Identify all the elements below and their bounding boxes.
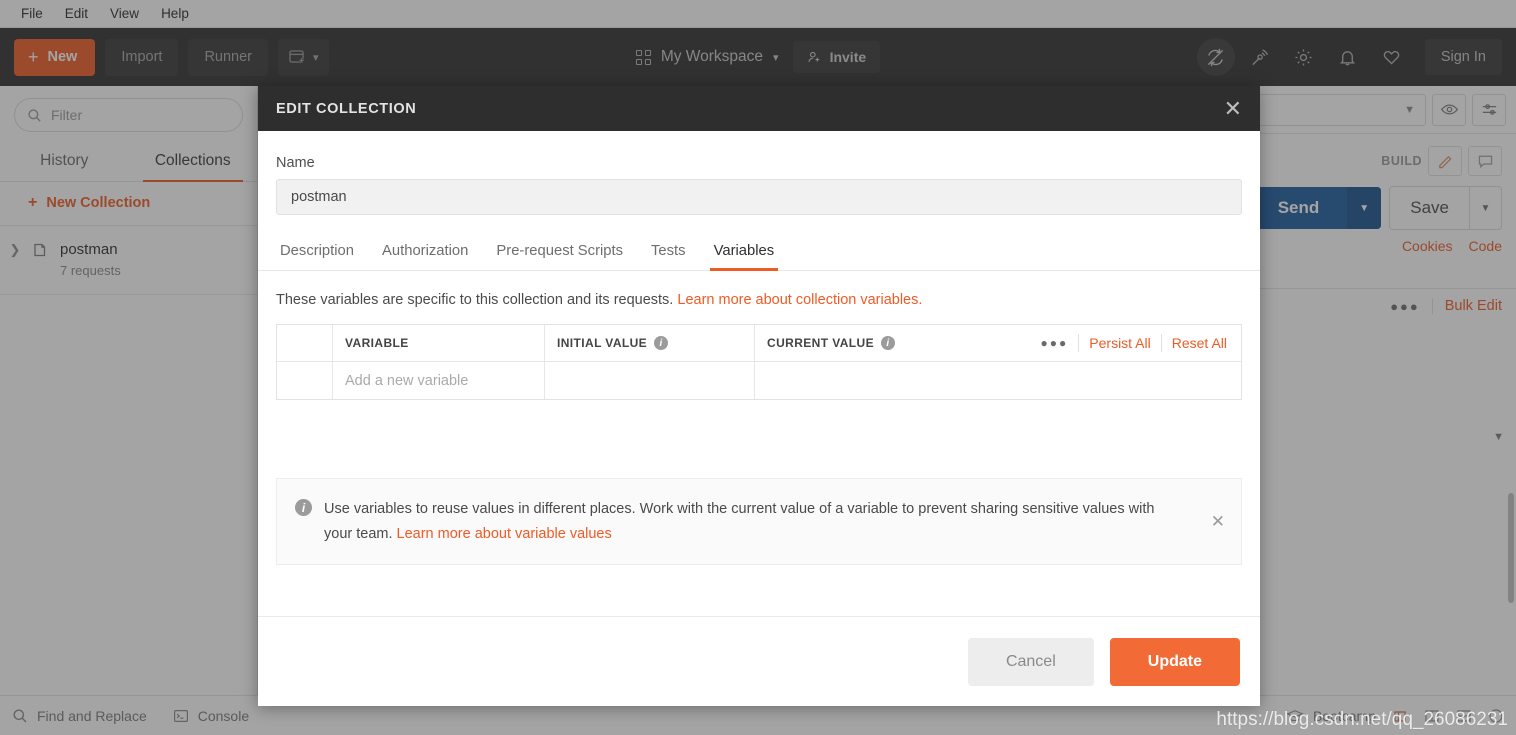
table-header-actions: ●●● Persist All Reset All — [1041, 334, 1229, 352]
row-variable-cell[interactable]: Add a new variable — [333, 362, 545, 399]
tab-tests[interactable]: Tests — [637, 237, 700, 270]
table-header-initial-value-label: INITIAL VALUE — [557, 336, 648, 350]
tab-variables[interactable]: Variables — [700, 237, 789, 271]
variables-description-text: These variables are specific to this col… — [276, 292, 678, 308]
tab-authorization[interactable]: Authorization — [368, 237, 482, 270]
divider — [1160, 334, 1162, 352]
table-header-current-value: CURRENT VALUE i ●●● Persist All Reset Al… — [755, 325, 1241, 361]
collection-name-input[interactable]: postman — [276, 179, 1242, 215]
table-row[interactable]: Add a new variable — [277, 361, 1241, 399]
name-field-label: Name — [276, 155, 315, 171]
divider — [1078, 334, 1080, 352]
cancel-button[interactable]: Cancel — [967, 637, 1094, 686]
edit-collection-modal: EDIT COLLECTION ✕ Name postman Descripti… — [258, 86, 1260, 706]
variables-table: VARIABLE INITIAL VALUE i CURRENT VALUE i… — [276, 324, 1242, 400]
table-header-variable: VARIABLE — [333, 325, 545, 361]
modal-body: Name postman Description Authorization P… — [258, 131, 1260, 616]
more-options-icon[interactable]: ●●● — [1041, 336, 1069, 350]
close-icon[interactable]: ✕ — [1224, 97, 1242, 120]
table-header-initial-value: INITIAL VALUE i — [545, 325, 755, 361]
persist-all-link[interactable]: Persist All — [1089, 335, 1150, 351]
update-button[interactable]: Update — [1109, 637, 1240, 686]
info-icon: i — [295, 499, 312, 516]
row-checkbox-cell[interactable] — [277, 362, 333, 399]
variables-info-banner: i Use variables to reuse values in diffe… — [276, 478, 1242, 566]
close-icon[interactable]: ✕ — [1211, 512, 1225, 532]
table-header-current-value-label: CURRENT VALUE — [767, 336, 874, 350]
collection-variables-link[interactable]: Learn more about collection variables. — [677, 292, 922, 308]
info-icon[interactable]: i — [654, 336, 669, 350]
modal-footer: Cancel Update — [258, 616, 1260, 706]
variables-info-text: Use variables to reuse values in differe… — [324, 497, 1179, 546]
variable-values-link[interactable]: Learn more about variable values — [397, 526, 612, 542]
info-icon[interactable]: i — [880, 336, 895, 350]
row-initial-value-cell[interactable] — [545, 362, 755, 399]
row-current-value-cell[interactable] — [755, 362, 1241, 399]
modal-header: EDIT COLLECTION ✕ — [258, 86, 1260, 131]
reset-all-link[interactable]: Reset All — [1172, 335, 1227, 351]
tab-description[interactable]: Description — [276, 237, 368, 270]
tab-pre-request-scripts[interactable]: Pre-request Scripts — [482, 237, 637, 270]
modal-title: EDIT COLLECTION — [276, 100, 417, 117]
table-header-checkbox-col — [277, 325, 333, 361]
variables-description: These variables are specific to this col… — [258, 271, 1260, 324]
variables-table-header: VARIABLE INITIAL VALUE i CURRENT VALUE i… — [277, 325, 1241, 361]
modal-tabs: Description Authorization Pre-request Sc… — [258, 215, 1260, 271]
